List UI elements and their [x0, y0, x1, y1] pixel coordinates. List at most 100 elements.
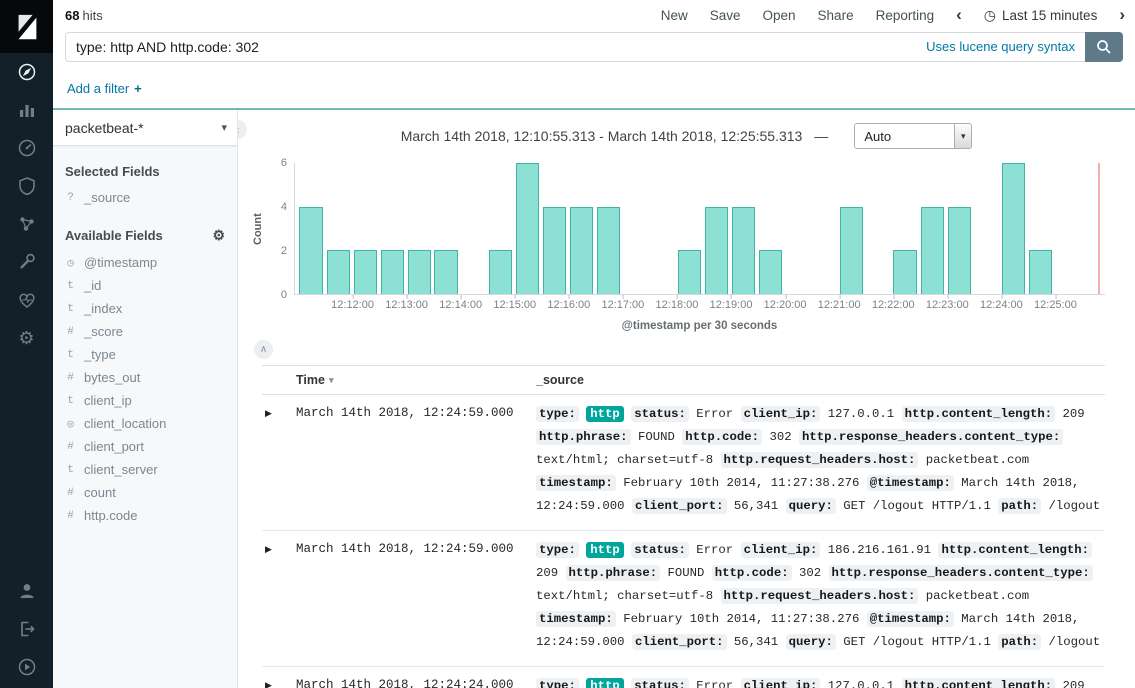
menu-item-share[interactable]: Share [818, 8, 854, 23]
interval-select[interactable]: Auto ▾ [854, 123, 972, 149]
histogram-bar[interactable] [299, 207, 322, 294]
source-field-value: 209 [536, 566, 558, 580]
hits-label: hits [82, 8, 102, 23]
app-nav-rail: ⚙ [0, 0, 53, 688]
histogram-bar[interactable] [893, 250, 916, 294]
field-settings-gear-icon[interactable]: ⚙ [212, 227, 225, 244]
field-item-http.code[interactable]: #http.code [53, 504, 237, 527]
field-item-_id[interactable]: t_id [53, 274, 237, 297]
nav-management[interactable]: ⚙ [0, 319, 53, 357]
field-item-client_server[interactable]: tclient_server [53, 458, 237, 481]
field-item-count[interactable]: #count [53, 481, 237, 504]
expand-caret-icon[interactable]: ▶ [262, 675, 296, 688]
histogram-bar[interactable] [1002, 163, 1025, 294]
nav-graph[interactable] [0, 205, 53, 243]
histogram-bar[interactable] [705, 207, 728, 294]
histogram-bar[interactable] [678, 250, 701, 294]
expand-caret-icon[interactable]: ▶ [262, 403, 296, 520]
field-type-icon: t [65, 303, 76, 315]
source-field-value: 127.0.0.1 [828, 679, 894, 688]
gear-icon: ⚙ [18, 329, 34, 347]
nav-dashboard[interactable] [0, 129, 53, 167]
source-field-name: http.request_headers.host: [721, 588, 919, 604]
field-item-bytes_out[interactable]: #bytes_out [53, 366, 237, 389]
menu-item-reporting[interactable]: Reporting [876, 8, 935, 23]
nav-dev-tools[interactable] [0, 243, 53, 281]
highlighted-value: http [586, 542, 624, 558]
histogram-bar[interactable] [1029, 250, 1052, 294]
field-item-_score[interactable]: #_score [53, 320, 237, 343]
table-header: Time ▾ _source [262, 365, 1105, 395]
source-field-value: 209 [1063, 679, 1085, 688]
user-icon [17, 581, 37, 601]
lucene-syntax-link[interactable]: Uses lucene query syntax [926, 39, 1075, 54]
nav-collapse[interactable] [0, 648, 53, 686]
field-type-icon: t [65, 349, 76, 361]
x-tick-label: 12:16:00 [547, 299, 590, 311]
interval-caret-icon: ▾ [954, 124, 971, 148]
histogram-bar[interactable] [570, 207, 593, 294]
field-item-client_port[interactable]: #client_port [53, 435, 237, 458]
collapse-chart-button[interactable]: ∧ [254, 340, 273, 359]
nav-account[interactable] [0, 572, 53, 610]
collapse-nav-icon [17, 657, 37, 677]
source-field-name: http.response_headers.content_type: [799, 429, 1063, 445]
field-item-@timestamp[interactable]: ◷@timestamp [53, 251, 237, 274]
kibana-logo[interactable] [0, 0, 53, 53]
histogram-bar[interactable] [732, 207, 755, 294]
histogram-bar[interactable] [381, 250, 404, 294]
source-field-value: text/html; charset=utf-8 [536, 453, 713, 467]
row-time: March 14th 2018, 12:24:59.000 [296, 403, 536, 520]
row-source: type: http status: Error client_ip: 127.… [536, 403, 1105, 520]
field-item-_index[interactable]: t_index [53, 297, 237, 320]
range-dash: — [814, 128, 828, 144]
plus-icon[interactable]: + [134, 81, 142, 96]
histogram-bar[interactable] [597, 207, 620, 294]
expand-caret-icon[interactable]: ▶ [262, 539, 296, 656]
histogram-plot[interactable] [294, 163, 1105, 295]
field-item-client_location[interactable]: ◎client_location [53, 412, 237, 435]
histogram-bar[interactable] [327, 250, 350, 294]
histogram-bar[interactable] [434, 250, 457, 294]
time-picker[interactable]: ◷ Last 15 minutes [984, 7, 1098, 24]
source-field-name: @timestamp: [867, 611, 954, 627]
y-axis-title: Count [250, 163, 266, 295]
logout-icon [17, 619, 37, 639]
histogram-bar[interactable] [354, 250, 377, 294]
time-forward-icon[interactable]: › [1119, 5, 1125, 25]
source-field-value: Error [696, 543, 733, 557]
histogram-bar[interactable] [408, 250, 431, 294]
nav-monitoring[interactable] [0, 281, 53, 319]
menu-item-new[interactable]: New [661, 8, 688, 23]
available-fields-list: ◷@timestampt_idt_index#_scoret_type#byte… [53, 251, 237, 527]
search-button[interactable] [1085, 32, 1123, 62]
highlighted-value: http [586, 678, 624, 688]
selected-fields-list: ?_source [53, 186, 237, 209]
nav-logout[interactable] [0, 610, 53, 648]
source-field-value: 186.216.161.91 [828, 543, 931, 557]
time-column-header[interactable]: Time ▾ [296, 373, 536, 387]
menu-item-save[interactable]: Save [710, 8, 741, 23]
histogram-bar[interactable] [543, 207, 566, 294]
field-item-_source[interactable]: ?_source [53, 186, 237, 209]
menu-item-open[interactable]: Open [763, 8, 796, 23]
histogram-bar[interactable] [759, 250, 782, 294]
histogram-bar[interactable] [948, 207, 971, 294]
nav-discover[interactable] [0, 53, 53, 91]
histogram-bar[interactable] [840, 207, 863, 294]
index-pattern-select[interactable]: packetbeat-* ▾ [53, 110, 237, 146]
x-tick-label: 12:15:00 [493, 299, 536, 311]
histogram-bar[interactable] [489, 250, 512, 294]
field-item-client_ip[interactable]: tclient_ip [53, 389, 237, 412]
histogram-bar[interactable] [921, 207, 944, 294]
time-back-icon[interactable]: ‹ [956, 5, 962, 25]
selected-fields-title: Selected Fields [65, 164, 160, 179]
heart-pulse-icon [17, 290, 37, 310]
discover-icon [17, 62, 37, 82]
kibana-logo-mark [12, 12, 42, 42]
add-filter-button[interactable]: Add a filter [67, 81, 129, 96]
field-item-_type[interactable]: t_type [53, 343, 237, 366]
histogram-bar[interactable] [516, 163, 539, 294]
nav-timelion[interactable] [0, 167, 53, 205]
nav-visualize[interactable] [0, 91, 53, 129]
